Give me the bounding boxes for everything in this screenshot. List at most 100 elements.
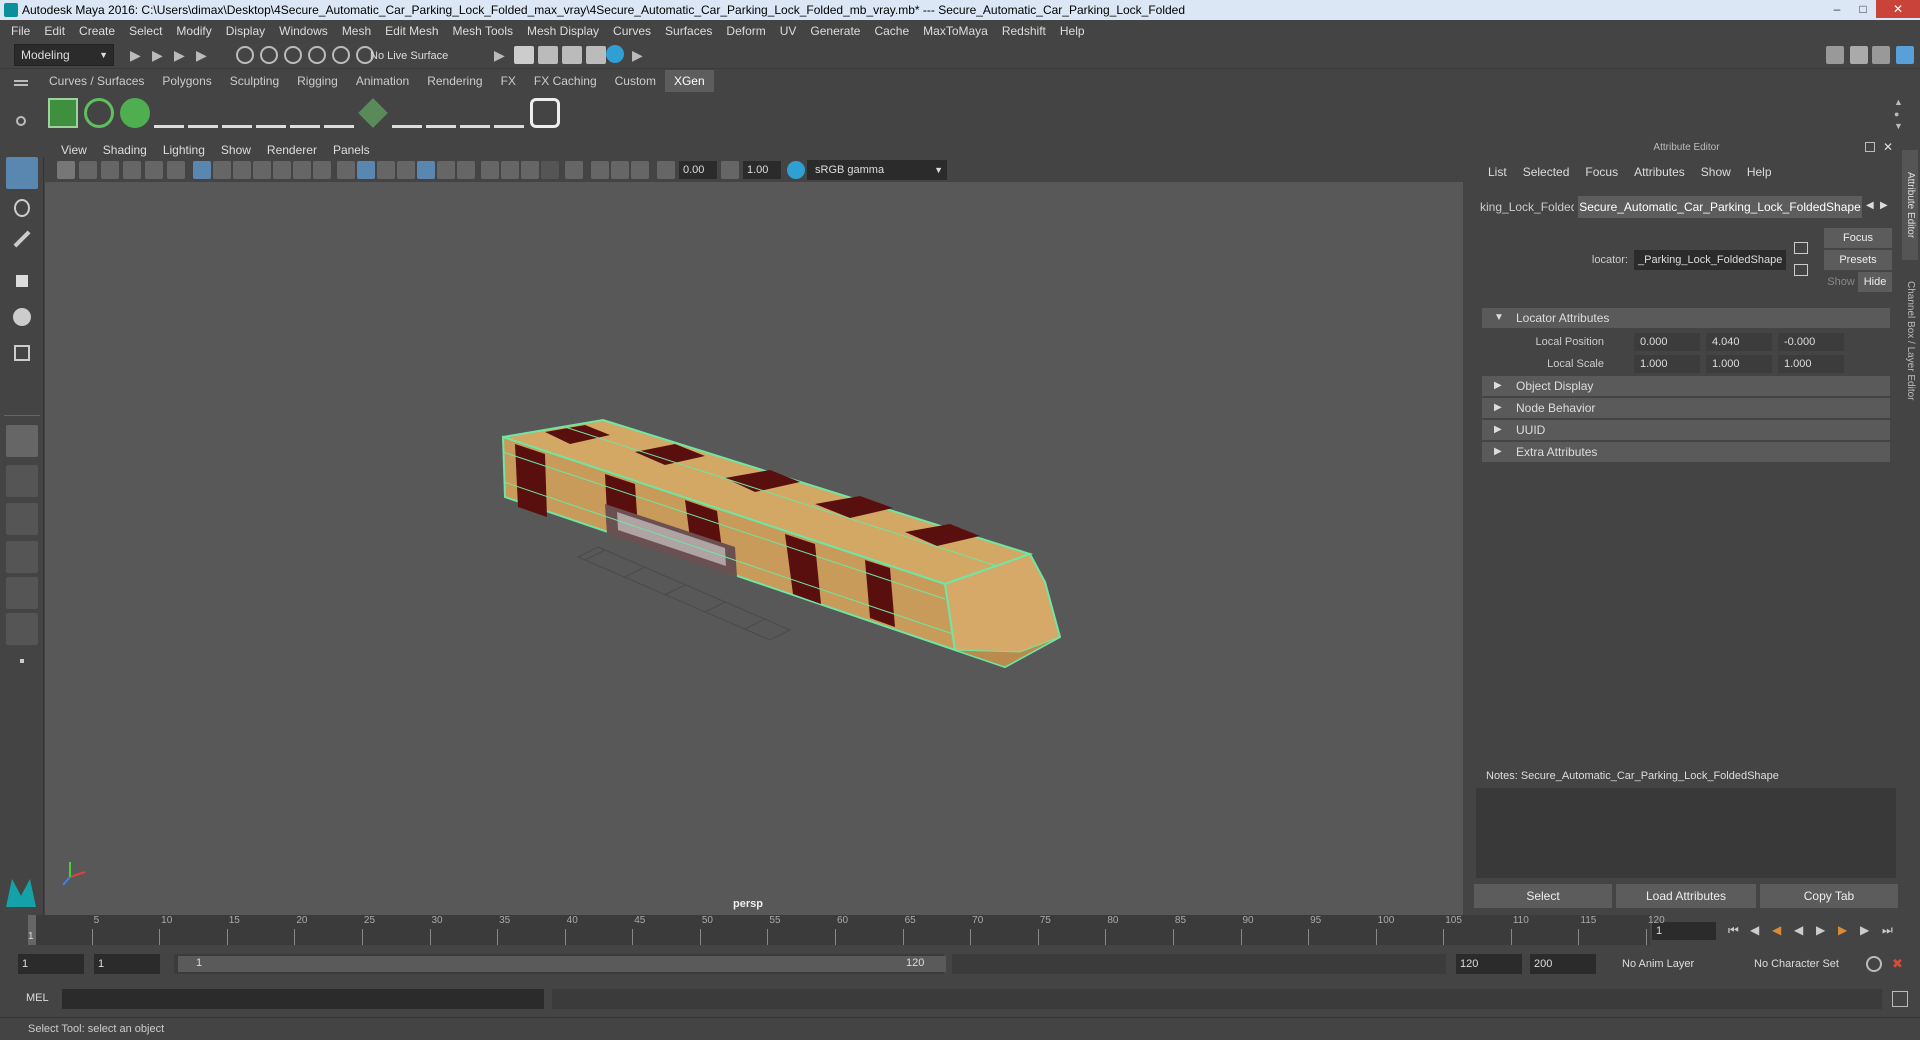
tab-animation[interactable]: Animation: [347, 70, 418, 92]
ae-menu-selected[interactable]: Selected: [1515, 162, 1578, 182]
outliner-layout-icon[interactable]: [6, 577, 38, 609]
xray-joints-icon[interactable]: [611, 161, 629, 179]
select-hierarchy-icon[interactable]: ▶: [152, 47, 163, 64]
expand-arrow-icon[interactable]: ▶: [632, 47, 643, 64]
xgen-attract-icon[interactable]: [324, 98, 354, 128]
scale-tool-icon[interactable]: [6, 337, 38, 369]
tab-polygons[interactable]: Polygons: [153, 70, 220, 92]
render-frame-icon[interactable]: [514, 46, 534, 64]
tab-sculpting[interactable]: Sculpting: [221, 70, 288, 92]
menu-select[interactable]: Select: [122, 24, 169, 38]
notes-textarea[interactable]: [1476, 788, 1896, 878]
time-slider[interactable]: 1 1 ⏮ ◀ ◀ ◀ ▶ ▶ ▶ ⏭ 5 10 15 20 25 30 35 40 45 50 5…: [0, 915, 1920, 947]
minimize-button[interactable]: –: [1824, 0, 1850, 18]
section-node-behavior[interactable]: ▶ Node Behavior: [1482, 398, 1890, 418]
xgen-add-guide-icon[interactable]: [188, 98, 218, 128]
animation-prefs-icon[interactable]: ✖: [1892, 956, 1908, 972]
ae-menu-attributes[interactable]: Attributes: [1626, 162, 1693, 182]
image-plane-icon[interactable]: [123, 161, 141, 179]
bookmark-icon[interactable]: [101, 161, 119, 179]
gamma-field[interactable]: 1.00: [743, 161, 781, 179]
shelf-settings-icon[interactable]: [16, 116, 26, 126]
quad-view-icon[interactable]: [6, 425, 38, 457]
side-by-side-layout-icon[interactable]: [6, 503, 38, 535]
viewport-menu-renderer[interactable]: Renderer: [259, 143, 325, 157]
xgen-noise-icon[interactable]: [494, 98, 524, 128]
paint-select-icon[interactable]: [6, 229, 38, 261]
tool-settings-icon[interactable]: [1872, 46, 1890, 64]
menu-display[interactable]: Display: [219, 24, 272, 38]
ae-menu-help[interactable]: Help: [1739, 162, 1780, 182]
safe-title-icon[interactable]: [313, 161, 331, 179]
viewport-menu-show[interactable]: Show: [213, 143, 259, 157]
gate-mask-icon[interactable]: [253, 161, 271, 179]
character-set-dropdown[interactable]: No Character Set: [1750, 954, 1870, 974]
menu-curves[interactable]: Curves: [606, 24, 658, 38]
local-scale-x[interactable]: 1.000: [1634, 355, 1700, 373]
default-material-icon[interactable]: [377, 161, 395, 179]
rotate-tool-icon[interactable]: [6, 301, 38, 333]
tab-fx[interactable]: FX: [492, 70, 525, 92]
select-component-icon[interactable]: ▶: [196, 47, 207, 64]
tab-scroll-left-icon[interactable]: ◀: [1866, 200, 1874, 211]
tab-scroll-right-icon[interactable]: ▶: [1880, 200, 1888, 211]
float-panel-icon[interactable]: [1865, 142, 1875, 152]
go-to-start-icon[interactable]: ⏮: [1728, 923, 1739, 938]
snap-surface-icon[interactable]: [332, 46, 350, 64]
menu-edit-mesh[interactable]: Edit Mesh: [378, 24, 445, 38]
snap-point-icon[interactable]: [284, 46, 302, 64]
parking-lock-mesh[interactable]: [501, 418, 1062, 669]
show-button[interactable]: Show: [1824, 272, 1858, 292]
render-settings-icon[interactable]: [562, 46, 582, 64]
ae-menu-list[interactable]: List: [1480, 162, 1515, 182]
local-position-z[interactable]: -0.000: [1778, 333, 1844, 351]
range-handle[interactable]: [178, 956, 946, 972]
film-gate-icon[interactable]: [213, 161, 231, 179]
snap-view-icon[interactable]: [308, 46, 326, 64]
local-position-x[interactable]: 0.000: [1634, 333, 1700, 351]
play-forward-icon[interactable]: ▶: [1816, 923, 1825, 937]
color-management-icon[interactable]: [787, 161, 805, 179]
tab-curves-surfaces[interactable]: Curves / Surfaces: [40, 70, 153, 92]
history-arrow-icon[interactable]: ▶: [494, 47, 505, 64]
mel-label[interactable]: MEL: [26, 992, 49, 1004]
menu-create[interactable]: Create: [72, 24, 122, 38]
mode-dropdown[interactable]: Modeling ▼: [14, 44, 114, 66]
menu-modify[interactable]: Modify: [169, 24, 218, 38]
hypershade-icon[interactable]: [586, 46, 606, 64]
viewport-menu-panels[interactable]: Panels: [325, 143, 378, 157]
menu-windows[interactable]: Windows: [272, 24, 335, 38]
menu-edit[interactable]: Edit: [37, 24, 72, 38]
select-input-icon[interactable]: [1794, 242, 1808, 254]
step-forward-frame-icon[interactable]: ▶: [1838, 923, 1847, 937]
menu-surfaces[interactable]: Surfaces: [658, 24, 719, 38]
anim-layer-dropdown[interactable]: No Anim Layer: [1618, 954, 1742, 974]
ae-menu-focus[interactable]: Focus: [1577, 162, 1626, 182]
resolution-gate-icon[interactable]: [233, 161, 251, 179]
presets-button[interactable]: Presets: [1824, 250, 1892, 270]
hide-button[interactable]: Hide: [1858, 272, 1892, 292]
xgen-create-description-icon[interactable]: [84, 98, 114, 128]
channel-box-icon[interactable]: [1896, 46, 1914, 64]
range-bar[interactable]: 1 120: [174, 954, 946, 974]
menu-deform[interactable]: Deform: [719, 24, 772, 38]
xgen-guide-icon[interactable]: [154, 98, 184, 128]
graph-layout-icon[interactable]: [6, 613, 38, 645]
tab-xgen[interactable]: XGen: [664, 70, 714, 92]
tab-channel-box[interactable]: Channel Box / Layer Editor: [1902, 266, 1918, 416]
stacked-layout-icon[interactable]: [6, 541, 38, 573]
select-output-icon[interactable]: [1794, 264, 1808, 276]
anim-start-field[interactable]: 1: [94, 954, 160, 974]
local-position-y[interactable]: 4.040: [1706, 333, 1772, 351]
xgen-primitive-icon[interactable]: [120, 98, 150, 128]
ae-tab-shape[interactable]: Secure_Automatic_Car_Parking_Lock_Folded…: [1578, 196, 1862, 218]
select-button[interactable]: Select: [1474, 884, 1612, 908]
xgen-length-icon[interactable]: [392, 98, 422, 128]
attribute-editor-toggle-icon[interactable]: [1850, 46, 1868, 64]
tab-fx-caching[interactable]: FX Caching: [525, 70, 606, 92]
shelf-scroll-icon[interactable]: ▲ ● ▼: [1894, 96, 1903, 132]
tab-attribute-editor[interactable]: Attribute Editor: [1902, 150, 1918, 260]
ae-menu-show[interactable]: Show: [1693, 162, 1739, 182]
copy-tab-button[interactable]: Copy Tab: [1760, 884, 1898, 908]
live-surface-field[interactable]: No Live Surface: [370, 47, 462, 65]
